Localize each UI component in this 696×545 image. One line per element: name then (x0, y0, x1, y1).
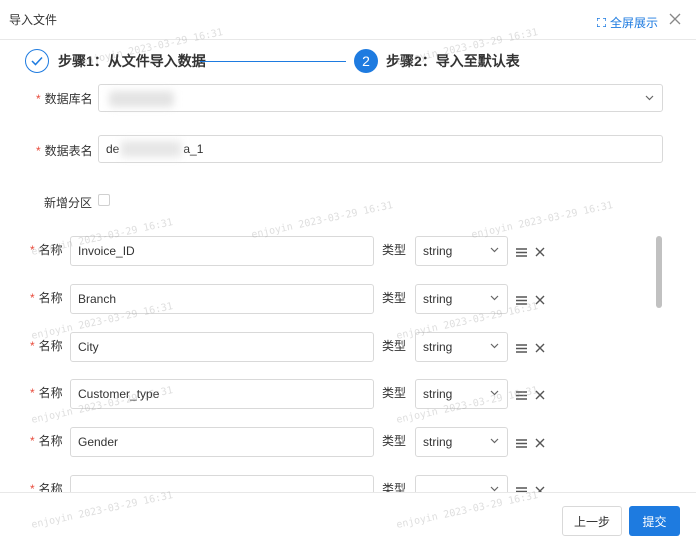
partition-checkbox[interactable] (98, 194, 110, 206)
field-type-label: 类型 (382, 434, 407, 448)
required-mark: * (30, 434, 35, 448)
drag-handle-icon[interactable] (516, 296, 527, 305)
fullscreen-icon (597, 18, 606, 27)
delete-row-icon[interactable] (535, 295, 545, 305)
field-type-value: string (423, 244, 453, 258)
previous-step-button[interactable]: 上一步 (562, 506, 622, 536)
dialog-footer: 上一步 提交 (0, 492, 696, 545)
field-name-value: Branch (78, 292, 117, 306)
field-list: * 名称 Invoice_ID 类型 string * 名称 Branch 类型 string * 名… (0, 230, 660, 492)
field-type-value: string (423, 292, 453, 306)
db-name-label: * 数据库名 (36, 92, 93, 106)
drag-handle-icon[interactable] (516, 344, 527, 353)
close-icon[interactable] (668, 12, 682, 26)
field-type-select[interactable]: string (415, 236, 508, 266)
field-type-label: 类型 (382, 291, 407, 305)
required-mark: * (30, 386, 35, 400)
field-type-label: 类型 (382, 482, 407, 492)
field-name-input[interactable]: Customer_type (70, 379, 374, 409)
dialog-title: 导入文件 (9, 13, 58, 27)
scrollbar-thumb[interactable] (656, 236, 662, 308)
table-name-value-end: a_1 (183, 142, 204, 156)
required-mark: * (30, 339, 35, 353)
field-row: * 名称 Customer_type 类型 string (0, 379, 660, 411)
field-name-value: City (78, 340, 99, 354)
field-name-input[interactable]: Branch (70, 284, 374, 314)
chevron-down-icon (490, 247, 499, 253)
field-name-input[interactable] (70, 475, 374, 492)
required-mark: * (30, 291, 35, 305)
delete-row-icon[interactable] (535, 438, 545, 448)
field-name-value: Customer_type (78, 387, 160, 401)
field-row: * 名称 Branch 类型 string (0, 284, 660, 316)
field-type-select[interactable]: string (415, 332, 508, 362)
table-name-input[interactable]: de a_1 (98, 135, 663, 163)
field-row: * 名称 类型 (0, 475, 660, 492)
field-name-value: Invoice_ID (78, 244, 135, 258)
field-name-label: * 名称 (30, 291, 63, 305)
field-name-value: Gender (78, 435, 119, 449)
table-name-value-start: de (106, 142, 120, 156)
drag-handle-icon[interactable] (516, 391, 527, 400)
partition-label: 新增分区 (44, 196, 93, 210)
field-name-label: * 名称 (30, 480, 63, 492)
field-type-select[interactable]: string (415, 379, 508, 409)
steps-indicator: 步骤1：从文件导入数据 2 步骤2：导入至默认表 (25, 49, 665, 77)
field-row: * 名称 City 类型 string (0, 332, 660, 364)
required-mark: * (36, 92, 41, 106)
chevron-down-icon (490, 390, 499, 396)
fullscreen-button[interactable]: 全屏展示 (597, 14, 658, 31)
chevron-down-icon (645, 95, 654, 101)
field-row: * 名称 Gender 类型 string (0, 427, 660, 459)
table-name-label: * 数据表名 (36, 144, 93, 158)
field-name-input[interactable]: Invoice_ID (70, 236, 374, 266)
chevron-down-icon (490, 295, 499, 301)
step-1-check-icon (25, 49, 49, 73)
field-type-value: string (423, 435, 453, 449)
field-type-label: 类型 (382, 243, 407, 257)
required-mark: * (30, 482, 35, 492)
field-type-select[interactable]: string (415, 284, 508, 314)
field-name-label: * 名称 (30, 243, 63, 257)
required-mark: * (36, 144, 41, 158)
chevron-down-icon (490, 438, 499, 444)
field-row: * 名称 Invoice_ID 类型 string (0, 236, 660, 268)
field-type-label: 类型 (382, 339, 407, 353)
import-file-dialog: 导入文件 全屏展示 步骤1：从文件导入数据 2 步骤2：导入至默认表 * 数据库名… (0, 0, 696, 545)
redacted-value (121, 141, 182, 157)
field-name-input[interactable]: Gender (70, 427, 374, 457)
field-name-label: * 名称 (30, 339, 63, 353)
delete-row-icon[interactable] (535, 343, 545, 353)
field-type-select[interactable] (415, 475, 508, 492)
field-name-label: * 名称 (30, 386, 63, 400)
step-1-label: 步骤1：从文件导入数据 (58, 53, 206, 69)
drag-handle-icon[interactable] (516, 248, 527, 257)
field-type-value: string (423, 387, 453, 401)
drag-handle-icon[interactable] (516, 439, 527, 448)
fullscreen-label: 全屏展示 (610, 16, 659, 30)
redacted-value (109, 91, 174, 107)
field-type-value: string (423, 340, 453, 354)
required-mark: * (30, 243, 35, 257)
field-type-select[interactable]: string (415, 427, 508, 457)
step-connector (200, 61, 346, 62)
chevron-down-icon (490, 343, 499, 349)
field-name-input[interactable]: City (70, 332, 374, 362)
submit-button[interactable]: 提交 (629, 506, 680, 536)
field-name-label: * 名称 (30, 434, 63, 448)
step-2-number: 2 (354, 49, 378, 73)
field-type-label: 类型 (382, 386, 407, 400)
delete-row-icon[interactable] (535, 247, 545, 257)
delete-row-icon[interactable] (535, 390, 545, 400)
dialog-header: 导入文件 全屏展示 (0, 0, 696, 40)
step-2-label: 步骤2：导入至默认表 (386, 53, 520, 69)
db-name-select[interactable] (98, 84, 663, 112)
